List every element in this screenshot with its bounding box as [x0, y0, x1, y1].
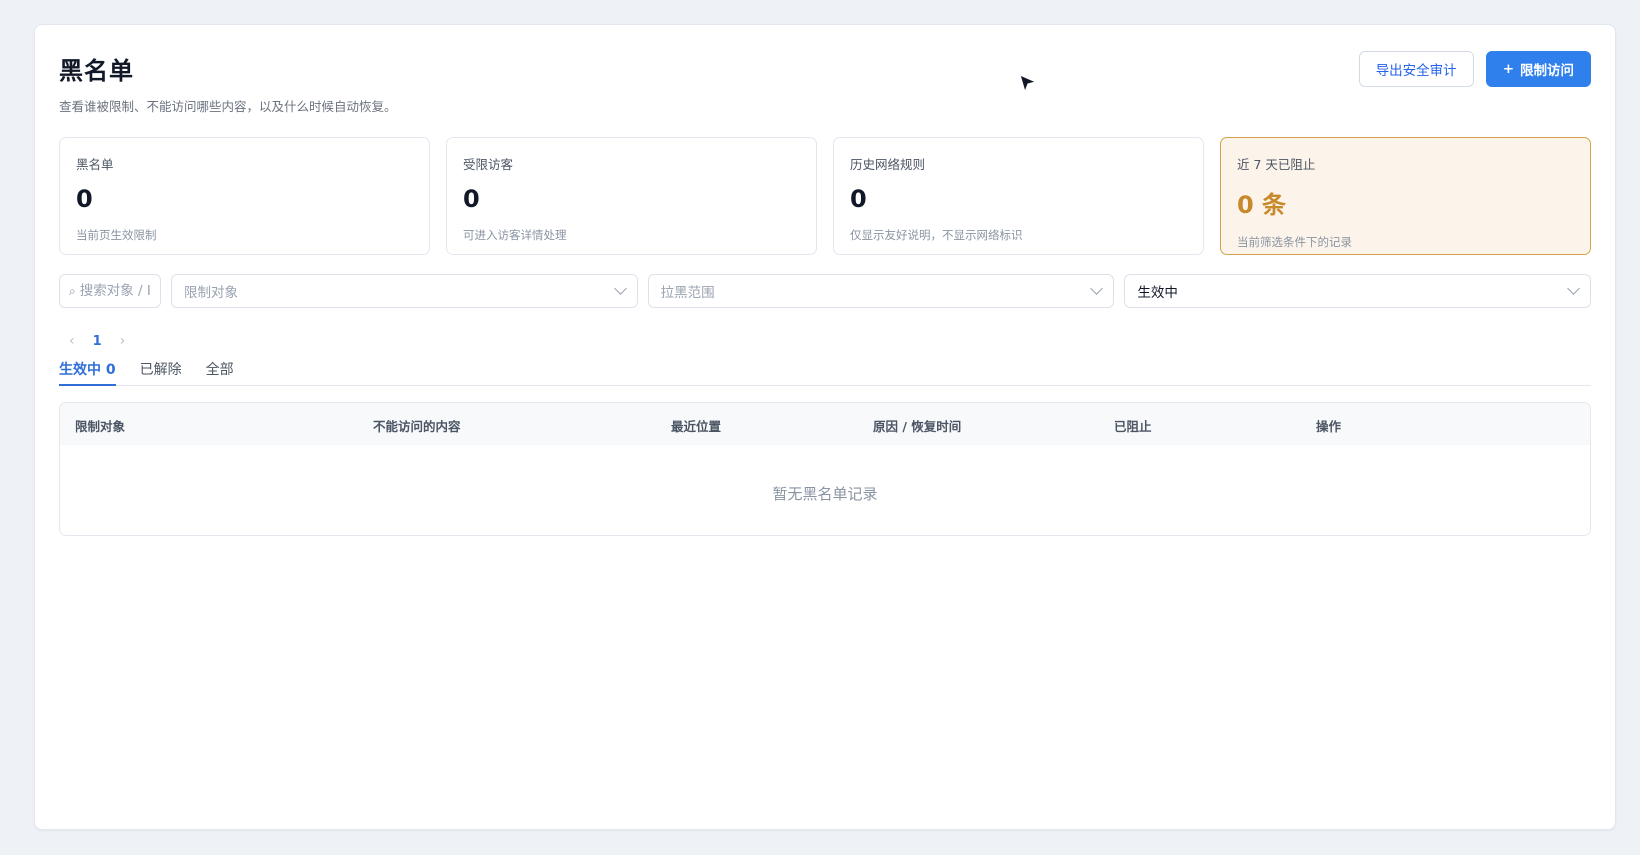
stat-desc: 当前页生效限制	[76, 228, 157, 242]
prev-page-icon[interactable]: ‹	[69, 333, 75, 349]
status-select[interactable]: 生效中	[1124, 274, 1592, 308]
stat-label: 近 7 天已阻止	[1237, 157, 1316, 172]
plus-icon: +	[1502, 61, 1514, 77]
stat-label: 受限访客	[463, 157, 514, 172]
column-header-target: 限制对象	[75, 419, 126, 434]
next-page-icon[interactable]: ›	[120, 333, 126, 349]
stat-label: 黑名单	[76, 157, 114, 172]
header-actions: 导出安全审计 + 限制访问	[1358, 51, 1591, 87]
chevron-down-icon	[1567, 282, 1580, 295]
restrict-access-label: 限制访问	[1520, 63, 1574, 79]
restrict-access-button[interactable]: + 限制访问	[1485, 51, 1591, 87]
pagination: ‹ 1 ›	[69, 333, 125, 349]
search-input[interactable]	[79, 283, 151, 299]
page-header: 黑名单 查看谁被限制、不能访问哪些内容，以及什么时候自动恢复。 导出安全审计 +…	[59, 51, 1591, 114]
status-tabs: 生效中 0 已解除 全部	[59, 357, 1591, 386]
stat-label: 历史网络规则	[850, 157, 926, 172]
blacklist-table: 限制对象 不能访问的内容 最近位置 原因 / 恢复时间 已阻止 操作 暂无黑名单…	[59, 402, 1591, 536]
scope-select[interactable]: 拉黑范围	[647, 274, 1115, 308]
stat-desc: 当前筛选条件下的记录	[1237, 235, 1352, 249]
status-select-value: 生效中	[1137, 285, 1178, 301]
search-icon: ⌕	[69, 283, 76, 298]
column-header-content: 不能访问的内容	[373, 419, 461, 434]
column-header-blocked: 已阻止	[1114, 419, 1152, 434]
stats-row: 黑名单 0 当前页生效限制 受限访客 0 可进入访客详情处理 历史网络规则 0 …	[59, 137, 1591, 255]
stat-value: 0 条	[1237, 191, 1287, 219]
chevron-down-icon	[1090, 282, 1104, 295]
export-audit-label: 导出安全审计	[1375, 63, 1457, 79]
stat-value: 0	[850, 185, 867, 213]
stat-desc: 仅显示友好说明，不显示网络标识	[850, 228, 1023, 242]
column-header-reason: 原因 / 恢复时间	[873, 419, 962, 434]
chevron-down-icon	[613, 282, 627, 295]
scope-select-value: 拉黑范围	[660, 285, 715, 301]
tab-released[interactable]: 已解除	[140, 357, 182, 386]
export-audit-button[interactable]: 导出安全审计	[1358, 51, 1474, 87]
search-box: ⌕	[59, 274, 161, 308]
stat-value: 0	[463, 185, 480, 213]
stat-value: 0	[76, 185, 93, 213]
column-header-actions: 操作	[1316, 419, 1342, 434]
stat-card-blocked-7d: 近 7 天已阻止 0 条 当前筛选条件下的记录	[1220, 137, 1591, 255]
tab-active[interactable]: 生效中 0	[59, 357, 116, 386]
stat-desc: 可进入访客详情处理	[463, 228, 567, 242]
filter-bar: ⌕ 限制对象 拉黑范围 生效中	[59, 274, 1592, 308]
page-number-current[interactable]: 1	[93, 334, 102, 349]
target-select[interactable]: 限制对象	[171, 274, 638, 308]
stat-card-blacklist: 黑名单 0 当前页生效限制	[59, 137, 430, 255]
empty-state: 暂无黑名单记录	[772, 485, 878, 503]
mouse-cursor-icon	[1019, 73, 1038, 94]
page-subtitle: 查看谁被限制、不能访问哪些内容，以及什么时候自动恢复。	[59, 99, 397, 114]
stat-card-restricted-visitors: 受限访客 0 可进入访客详情处理	[446, 137, 817, 255]
blacklist-panel: 黑名单 查看谁被限制、不能访问哪些内容，以及什么时候自动恢复。 导出安全审计 +…	[34, 24, 1616, 830]
target-select-value: 限制对象	[184, 285, 238, 301]
tab-all[interactable]: 全部	[206, 357, 234, 386]
column-header-location: 最近位置	[671, 419, 722, 434]
stat-card-network-rules: 历史网络规则 0 仅显示友好说明，不显示网络标识	[833, 137, 1204, 255]
table-header: 限制对象 不能访问的内容 最近位置 原因 / 恢复时间 已阻止 操作	[60, 403, 1590, 445]
